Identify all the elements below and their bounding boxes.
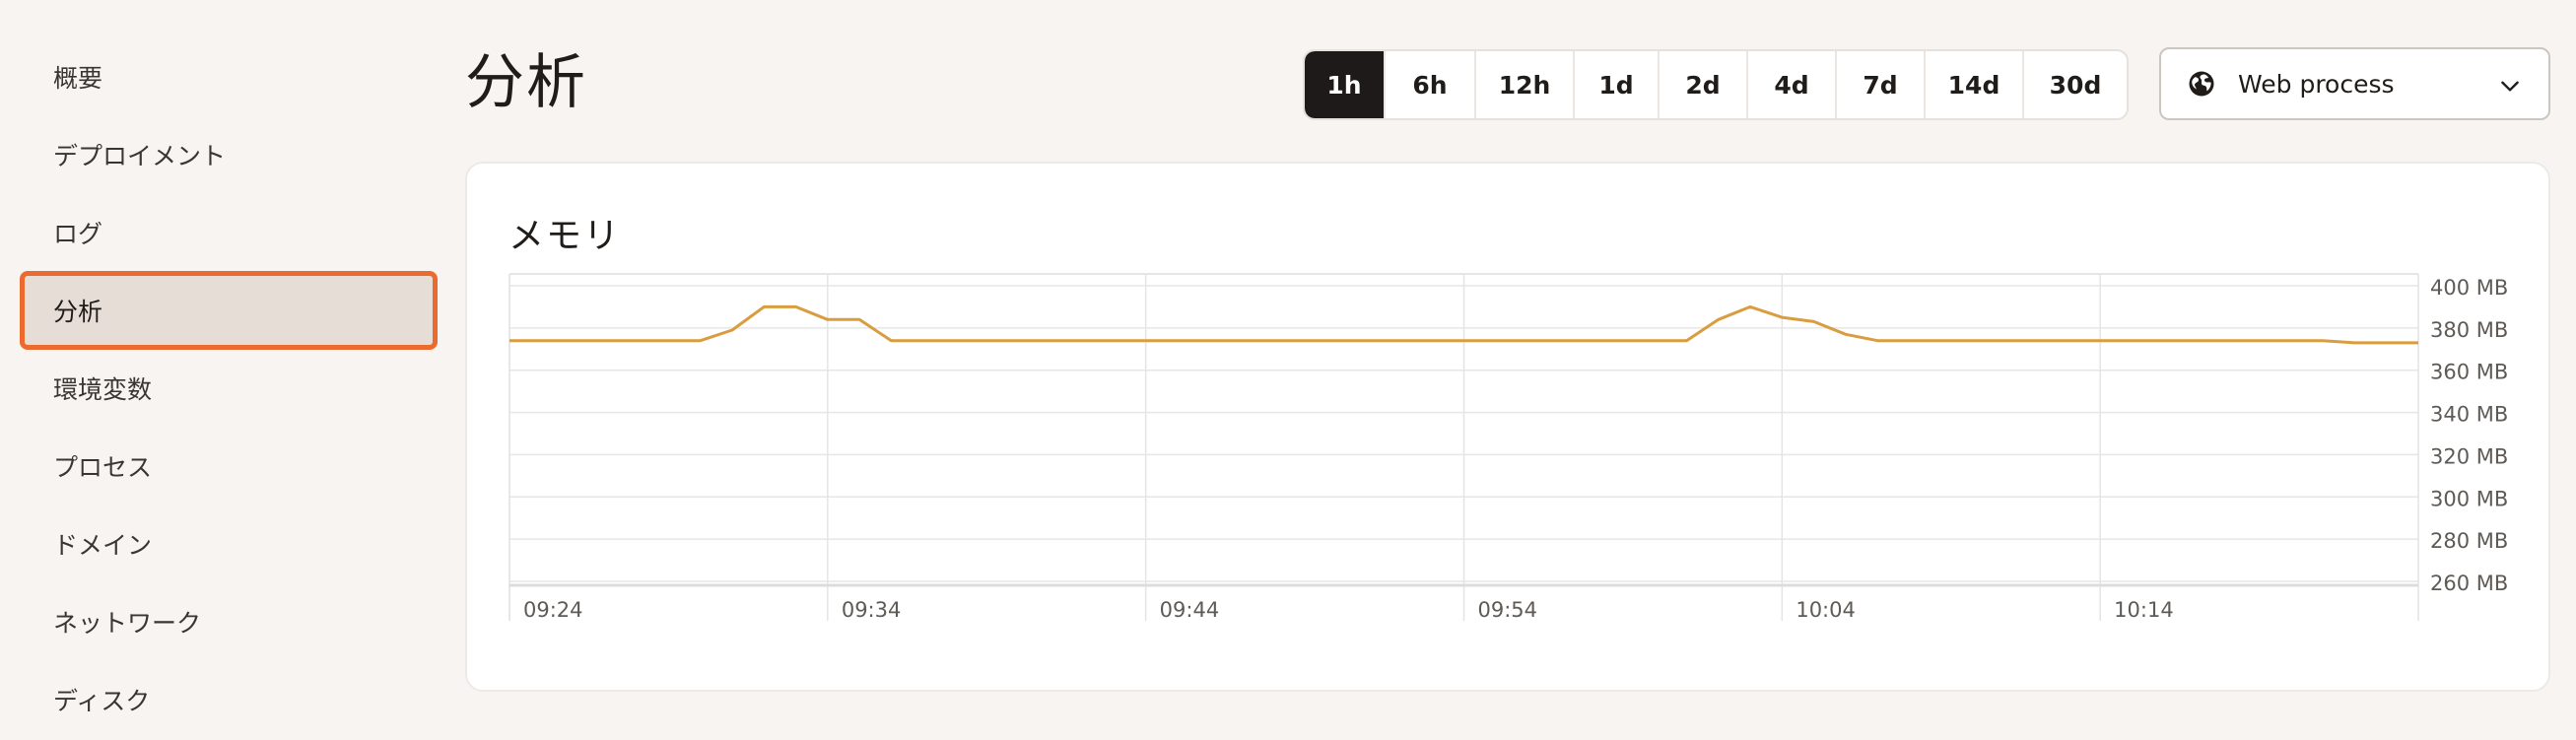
time-range-selector: 1h 6h 12h 1d 2d 4d 7d 14d 30d (1303, 49, 2129, 120)
sidebar-item-disk[interactable]: ディスク (22, 662, 436, 737)
sidebar-item-analytics[interactable]: 分析 (20, 271, 438, 350)
range-button-1h[interactable]: 1h (1305, 51, 1386, 118)
y-tick-label: 400 MB (2430, 276, 2508, 300)
x-tick-label: 09:24 (523, 598, 583, 622)
sidebar-item-label: ログ (53, 220, 103, 248)
sidebar-item-overview[interactable]: 概要 (22, 39, 436, 114)
y-tick-label: 340 MB (2430, 403, 2508, 427)
range-button-1d[interactable]: 1d (1575, 51, 1660, 118)
range-button-4d[interactable]: 4d (1748, 51, 1837, 118)
x-tick-label: 10:04 (1796, 598, 1856, 622)
x-tick-label: 09:54 (1478, 598, 1538, 622)
sidebar-item-deployments[interactable]: デプロイメント (22, 117, 436, 192)
y-tick-label: 380 MB (2430, 318, 2508, 342)
sidebar-item-label: 環境変数 (53, 375, 153, 404)
sidebar-item-network[interactable]: ネットワーク (22, 584, 436, 659)
sidebar-nav: 概要デプロイメント ログ分析環境変数プロセスドメインネットワーク ディスク (20, 39, 438, 740)
range-button-6h[interactable]: 6h (1386, 51, 1476, 118)
sidebar-item-env-vars[interactable]: 環境変数 (22, 351, 436, 426)
y-tick-label: 300 MB (2430, 487, 2508, 510)
sidebar-item-label: 分析 (53, 298, 103, 326)
globe-icon (2187, 69, 2216, 99)
range-button-2d[interactable]: 2d (1660, 51, 1748, 118)
range-button-7d[interactable]: 7d (1837, 51, 1926, 118)
sidebar-item-label: ネットワーク (53, 609, 202, 638)
process-select[interactable]: Web process (2159, 47, 2550, 120)
sidebar-item-label: デプロイメント (53, 142, 227, 170)
y-tick-label: 260 MB (2430, 572, 2508, 595)
y-tick-label: 280 MB (2430, 529, 2508, 553)
memory-chart-card: メモリ 400 MB 380 MB 360 MB 340 MB 320 MB 300 MB… (465, 162, 2550, 692)
range-button-12h[interactable]: 12h (1476, 51, 1575, 118)
memory-line-chart: 400 MB 380 MB 360 MB 340 MB 320 MB 300 MB 280 … (508, 273, 2508, 622)
sidebar-item-label: プロセス (53, 453, 153, 482)
sidebar-item-domains[interactable]: ドメイン (22, 506, 436, 581)
sidebar-item-label: 概要 (53, 64, 103, 93)
process-select-value: Web process (2238, 69, 2395, 99)
page-title: 分析 (465, 48, 587, 117)
sidebar-item-label: ディスク (53, 687, 151, 715)
x-tick-label: 10:14 (2114, 598, 2174, 622)
x-tick-label: 09:34 (842, 598, 902, 622)
range-button-30d[interactable]: 30d (2024, 51, 2127, 118)
range-button-14d[interactable]: 14d (1926, 51, 2024, 118)
x-tick-label: 09:44 (1160, 598, 1220, 622)
sidebar-item-processes[interactable]: プロセス (22, 429, 436, 504)
chevron-down-icon (2497, 73, 2523, 99)
y-tick-label: 320 MB (2430, 444, 2508, 468)
sidebar-item-label: ドメイン (53, 531, 153, 560)
sidebar-item-logs[interactable]: ログ (22, 195, 436, 270)
y-tick-label: 360 MB (2430, 361, 2508, 384)
